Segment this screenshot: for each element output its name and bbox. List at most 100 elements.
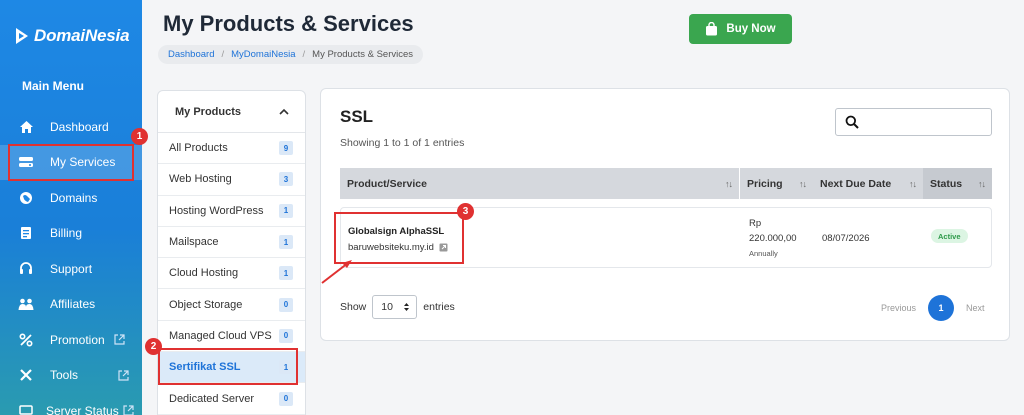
breadcrumb-current: My Products & Services — [312, 49, 414, 60]
pagination: Previous 1 Next — [881, 295, 985, 321]
my-products-header[interactable]: My Products — [158, 91, 305, 133]
page-title: My Products & Services — [163, 11, 414, 36]
product-category-label: All Products — [169, 142, 228, 155]
sidebar-item-server-status[interactable]: Server Status — [0, 393, 142, 415]
sort-icon: ↑↓ — [978, 178, 986, 189]
column-label: Product/Service — [347, 177, 427, 190]
product-category-label: Object Storage — [169, 298, 243, 311]
section-title: SSL — [340, 107, 374, 126]
product-category-label: Dedicated Server — [169, 392, 254, 405]
product-category-label: Mailspace — [169, 236, 219, 249]
tools-icon — [18, 367, 34, 383]
sidebar-item-label: Support — [50, 261, 93, 276]
breadcrumb-link-dashboard[interactable]: Dashboard — [168, 49, 214, 60]
sidebar: DomaiNesia Main Menu Dashboard My Servic… — [0, 0, 142, 415]
product-category-label: Web Hosting — [169, 173, 232, 186]
show-label: Show — [340, 301, 367, 313]
page-size-control: Show 10 entries — [340, 295, 455, 319]
my-products-title: My Products — [175, 105, 242, 118]
sidebar-item-label: Domains — [50, 190, 98, 205]
invoice-icon — [18, 225, 34, 241]
table-header: Product/Service ↑↓ Pricing ↑↓ Next Due Dat… — [340, 168, 992, 199]
pagination-previous[interactable]: Previous — [881, 303, 916, 313]
brand-logo[interactable]: DomaiNesia — [14, 26, 130, 46]
price-currency: Rp — [749, 218, 762, 229]
product-category-hosting-wordpress[interactable]: Hosting WordPress 1 — [158, 196, 305, 227]
pagination-next[interactable]: Next — [966, 303, 985, 313]
column-label: Status — [930, 177, 963, 190]
step-marker-1: 1 — [131, 128, 148, 145]
column-header-status[interactable]: Status ↑↓ — [923, 168, 992, 199]
main-menu-title: Main Menu — [22, 79, 84, 93]
breadcrumb-link-mydomainesia[interactable]: MyDomaiNesia — [231, 49, 295, 60]
product-category-object-storage[interactable]: Object Storage 0 — [158, 289, 305, 321]
breadcrumb-separator: / — [302, 49, 306, 60]
product-count-badge: 3 — [279, 172, 293, 187]
page-size-value: 10 — [381, 301, 393, 313]
highlight-sertifikat-ssl — [158, 348, 298, 385]
column-header-due-date[interactable]: Next Due Date ↑↓ — [813, 168, 923, 199]
step-marker-2: 2 — [145, 338, 162, 355]
price-amount: 220.000,00 — [749, 233, 797, 244]
due-date-cell: 08/07/2026 — [822, 233, 870, 244]
external-link-icon — [114, 334, 125, 345]
shopping-bag-icon — [706, 22, 718, 36]
product-count-badge: 1 — [279, 235, 293, 250]
sidebar-item-label: Promotion — [50, 332, 105, 347]
chevron-up-icon — [279, 108, 289, 115]
product-count-badge: 0 — [279, 328, 293, 343]
product-category-cloud-hosting[interactable]: Cloud Hosting 1 — [158, 258, 305, 290]
sidebar-item-tools[interactable]: Tools — [0, 358, 142, 394]
external-link-icon — [123, 405, 134, 415]
sidebar-item-label: Billing — [50, 226, 83, 241]
entries-label: entries — [423, 301, 455, 313]
globe-icon — [18, 190, 34, 206]
breadcrumb: Dashboard / MyDomaiNesia / My Products &… — [158, 45, 424, 64]
sort-icon: ↑↓ — [725, 178, 733, 189]
billing-cycle: Annually — [749, 249, 778, 258]
sidebar-item-label: Dashboard — [50, 119, 109, 134]
external-link-icon — [118, 370, 129, 381]
product-category-web-hosting[interactable]: Web Hosting 3 — [158, 164, 305, 196]
sidebar-item-billing[interactable]: Billing — [0, 216, 142, 252]
headset-icon — [18, 261, 34, 277]
column-label: Next Due Date — [820, 177, 892, 190]
sidebar-item-promotion[interactable]: Promotion — [0, 322, 142, 358]
product-count-badge: 9 — [279, 141, 293, 156]
product-category-all-products[interactable]: All Products 9 — [158, 133, 305, 165]
sidebar-item-label: Affiliates — [50, 297, 96, 312]
entries-info: Showing 1 to 1 of 1 entries — [340, 137, 465, 149]
product-count-badge: 1 — [279, 266, 293, 281]
product-category-label: Managed Cloud VPS — [169, 329, 272, 342]
product-category-dedicated-server[interactable]: Dedicated Server 0 — [158, 383, 305, 415]
home-icon — [18, 119, 34, 135]
product-count-badge: 0 — [279, 297, 293, 312]
column-header-pricing[interactable]: Pricing ↑↓ — [740, 168, 813, 199]
column-label: Pricing — [747, 177, 783, 190]
sidebar-item-domains[interactable]: Domains — [0, 180, 142, 216]
product-category-mailspace[interactable]: Mailspace 1 — [158, 227, 305, 259]
pricing-cell: Rp 220.000,00 Annually — [749, 216, 797, 261]
status-badge: Active — [931, 229, 968, 243]
step-marker-3: 3 — [457, 203, 474, 220]
buy-now-label: Buy Now — [726, 23, 776, 35]
buy-now-button[interactable]: Buy Now — [689, 14, 792, 44]
column-header-product[interactable]: Product/Service ↑↓ — [340, 168, 740, 199]
page-size-select[interactable]: 10 — [372, 295, 418, 319]
sidebar-item-support[interactable]: Support — [0, 251, 142, 287]
arrow-pointer-icon — [321, 260, 352, 284]
pagination-page-1[interactable]: 1 — [928, 295, 955, 321]
search-box[interactable] — [835, 108, 992, 136]
search-icon — [845, 115, 859, 129]
sidebar-item-dashboard[interactable]: Dashboard — [0, 109, 142, 145]
sidebar-item-label: Tools — [50, 368, 79, 383]
sort-icon: ↑↓ — [909, 178, 917, 189]
product-count-badge: 0 — [279, 391, 293, 406]
sidebar-item-label: Server Status — [46, 403, 119, 415]
product-category-label: Cloud Hosting — [169, 267, 239, 280]
sidebar-item-affiliates[interactable]: Affiliates — [0, 287, 142, 323]
handshake-icon — [18, 296, 34, 312]
select-arrows-icon — [404, 303, 410, 311]
monitor-icon — [18, 403, 34, 415]
search-input[interactable] — [865, 116, 985, 128]
